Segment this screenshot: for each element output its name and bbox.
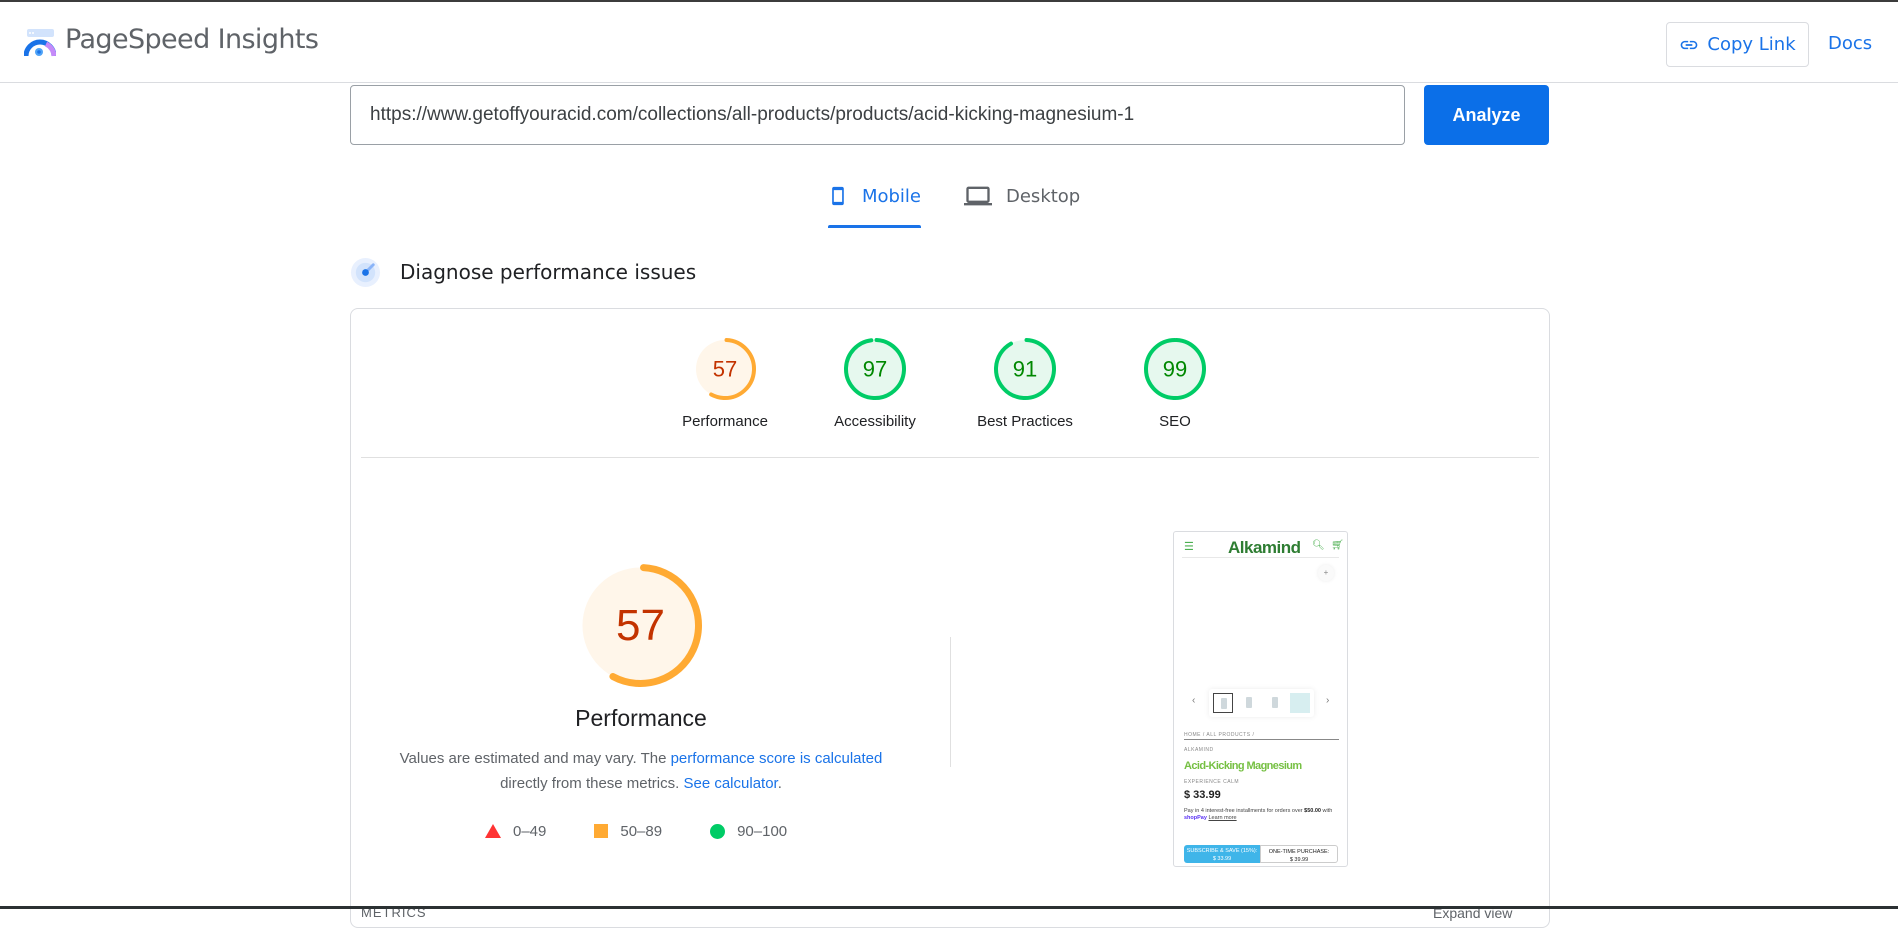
preview-pay-info: Pay in 4 interest-free installments for …: [1184, 808, 1342, 822]
preview-brand: Alkamind: [1228, 538, 1301, 557]
note-text: .: [777, 775, 782, 792]
option-price: $ 39.99: [1289, 857, 1309, 863]
learn-more: Learn more: [1208, 815, 1237, 821]
legend-range: 50–89: [620, 822, 663, 840]
thumbnail: [1239, 693, 1259, 713]
gauge-ring: 97: [844, 338, 906, 400]
preview-navbar: ☰ Alkamind 🔍︎ 🛒︎: [1182, 538, 1344, 558]
performance-big-gauge: 57: [579, 564, 702, 687]
square-icon: [594, 824, 609, 838]
pay-text: with: [1320, 808, 1333, 814]
performance-big-label: Performance: [575, 705, 707, 731]
preview-price: $ 33.99: [1184, 789, 1221, 801]
preview-subscribe-option: SUBSCRIBE & SAVE (15%): $ 33.99: [1184, 845, 1260, 863]
chevron-left-icon: ‹: [1192, 695, 1196, 706]
divider: [361, 457, 1539, 458]
gauge-label: Accessibility: [834, 413, 916, 430]
thumbnail: [1265, 693, 1285, 713]
gauge-score: 91: [1013, 357, 1037, 382]
report-card: 57 Performance 97 Accessibility 91 Best …: [350, 308, 1550, 928]
legend-range: 0–49: [513, 822, 547, 840]
option-price: $ 33.99: [1212, 856, 1232, 862]
performance-score-calculated-link[interactable]: performance score is calculated: [671, 750, 883, 767]
score-note: Values are estimated and may vary. The p…: [391, 746, 891, 796]
gauge-ring: 99: [1144, 338, 1206, 400]
docs-link[interactable]: Docs: [1828, 33, 1872, 54]
preview-subtitle: EXPERIENCE CALM: [1184, 779, 1240, 785]
smartphone-icon: [832, 186, 844, 206]
laptop-icon: [964, 186, 992, 206]
triangle-icon: [485, 824, 501, 838]
gauge-accessibility[interactable]: 97 Accessibility: [810, 337, 940, 430]
diagnose-section-header: Diagnose performance issues: [350, 256, 696, 288]
legend-pass: 90–100: [710, 823, 787, 840]
url-input[interactable]: [350, 85, 1405, 145]
pay-text: Pay in 4 interest-free installments for …: [1184, 808, 1305, 814]
pagespeed-gauge-icon: [24, 29, 56, 57]
option-label: ONE-TIME PURCHASE:: [1268, 849, 1330, 855]
link-icon: [1681, 40, 1698, 49]
gauge-score: 57: [616, 601, 665, 650]
shop-pay-logo: shopPay: [1184, 815, 1207, 821]
vertical-divider: [950, 637, 951, 767]
gauge-performance[interactable]: 57 Performance: [660, 337, 790, 430]
preview-product-title: Acid-Kicking Magnesium: [1184, 760, 1302, 772]
tab-desktop-label: Desktop: [1006, 186, 1081, 207]
preview-onetime-option: ONE-TIME PURCHASE: $ 39.99: [1260, 845, 1338, 863]
diagnose-title: Diagnose performance issues: [400, 260, 697, 284]
active-tab-indicator: [828, 225, 921, 228]
app-title: PageSpeed Insights: [65, 24, 319, 55]
legend-fail: 0–49: [485, 823, 546, 840]
tab-mobile[interactable]: Mobile: [828, 180, 921, 228]
gauge-label: Best Practices: [977, 413, 1073, 430]
legend-range: 90–100: [737, 822, 788, 840]
gauge-best-practices[interactable]: 91 Best Practices: [960, 337, 1090, 430]
preview-breadcrumb: HOME / ALL PRODUCTS /: [1184, 732, 1255, 738]
preview-vendor: ALKAMIND: [1184, 747, 1214, 753]
option-label: SUBSCRIBE & SAVE (15%):: [1186, 848, 1258, 854]
gauge-ring: 91: [994, 338, 1056, 400]
gauge-seo[interactable]: 99 SEO: [1110, 337, 1240, 430]
app-header: PageSpeed Insights Copy Link Docs: [0, 2, 1898, 83]
copy-link-label: Copy Link: [1707, 34, 1796, 55]
gauge-score: 99: [1163, 357, 1187, 382]
preview-thumbnails: [1209, 689, 1314, 717]
note-text: Values are estimated and may vary. The: [399, 750, 671, 767]
circle-icon: [710, 823, 726, 839]
search-icon: 🔍︎: [1312, 540, 1325, 551]
gauge-score: 57: [713, 357, 737, 382]
final-screenshot-preview[interactable]: ☰ Alkamind 🔍︎ 🛒︎ + ‹ › HOME / ALL PRODUC…: [1173, 531, 1348, 867]
radar-icon: [350, 257, 381, 287]
gauge-label: SEO: [1159, 413, 1191, 430]
score-legend: 0–49 50–89 90–100: [485, 819, 835, 843]
thumbnail: [1290, 693, 1310, 713]
divider: [1184, 739, 1339, 740]
gauge-ring: 57: [694, 338, 756, 400]
copy-link-button[interactable]: Copy Link: [1666, 22, 1809, 67]
cart-icon: 🛒︎: [1331, 540, 1344, 551]
chevron-right-icon: ›: [1326, 695, 1330, 706]
zoom-icon: +: [1318, 565, 1334, 581]
thumbnail: [1213, 693, 1233, 713]
see-calculator-link[interactable]: See calculator: [683, 775, 777, 792]
analyze-button[interactable]: Analyze: [1424, 85, 1549, 145]
legend-average: 50–89: [594, 823, 662, 840]
gauge-score: 97: [863, 357, 887, 382]
hamburger-menu-icon: ☰: [1184, 541, 1194, 553]
category-gauges: 57 Performance 97 Accessibility 91 Best …: [351, 309, 1549, 457]
gauge-label: Performance: [682, 413, 768, 430]
tab-desktop[interactable]: Desktop: [964, 180, 1104, 228]
note-text: directly from these metrics.: [500, 775, 684, 792]
pay-threshold: $50.00: [1304, 808, 1321, 814]
tab-mobile-label: Mobile: [861, 186, 921, 207]
